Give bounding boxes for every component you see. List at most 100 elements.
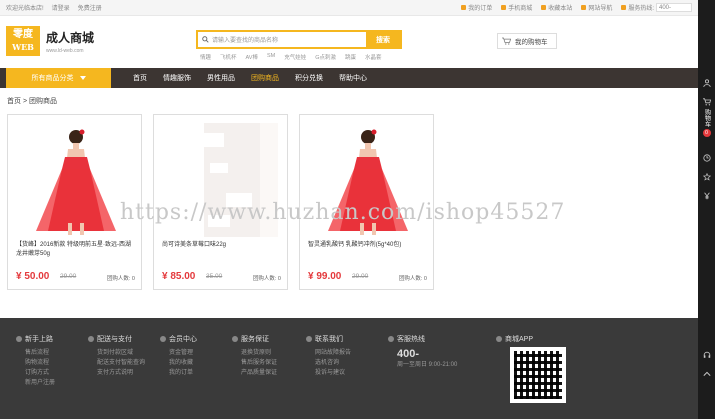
footer-link[interactable]: 我的收藏: [160, 358, 197, 368]
group-count: 团购人数: 0: [252, 276, 281, 282]
mobile-icon: [501, 5, 507, 10]
nav-item-points[interactable]: 积分兑换: [287, 68, 331, 88]
history-icon[interactable]: [702, 153, 711, 162]
nav-item-groupbuy[interactable]: 团购商品: [243, 68, 287, 88]
footer-link[interactable]: 新用户注册: [16, 378, 55, 388]
hot-keywords: 情趣 飞机杯 AV棒 SM 充气娃娃 G点刺激 跳蛋 水晶套: [200, 53, 382, 61]
product-original-price: 29.00: [352, 273, 369, 280]
my-orders-link[interactable]: 我的订单: [461, 3, 492, 12]
service-hotline: 服务热线: 400-: [621, 3, 692, 12]
app-qr-code: [510, 347, 566, 403]
breadcrumb-current: 团购商品: [29, 98, 57, 105]
site-logo[interactable]: 零度 WEB 成人商城 www.ld-web.com: [6, 26, 94, 56]
headset-icon[interactable]: [702, 350, 711, 359]
hotword[interactable]: 飞机杯: [220, 53, 237, 61]
help-icon: [16, 336, 22, 342]
product-title[interactable]: 智灵通乳酸钙 乳酸钙冲剂(5g*40包): [308, 241, 428, 250]
footer-col-newbie: 新手上路 售后流程 购物流程 订购方式 新用户注册: [16, 334, 55, 388]
footer-link[interactable]: 售后服务保证: [232, 358, 277, 368]
truck-icon: [88, 336, 94, 342]
footer-link[interactable]: 选机咨询: [306, 358, 351, 368]
footer-link[interactable]: 资金管理: [160, 348, 197, 358]
watermark-text: https://www.huzhan.com/ishop45527: [120, 200, 566, 225]
service-number: 400-: [656, 3, 692, 12]
footer-col-guarantee: 服务保证 退换货原则 售后服务保证 产品质量保证: [232, 334, 277, 378]
logo-badge: 零度 WEB: [6, 26, 40, 56]
hotword[interactable]: 情趣: [200, 53, 211, 61]
search-button[interactable]: 搜索: [366, 32, 400, 47]
back-to-top-icon[interactable]: [702, 369, 711, 378]
product-title[interactable]: 尚可诗美条草莓口味22g: [162, 241, 282, 250]
cart-count-badge: 0: [702, 129, 711, 137]
footer-link[interactable]: 配送支付智能查询: [88, 358, 145, 368]
cart-icon: [502, 37, 511, 45]
product-price: ¥ 99.00: [308, 271, 342, 282]
hotline-number: 400-: [397, 348, 420, 360]
product-price: ¥ 85.00: [162, 271, 196, 282]
footer-col-member: 会员中心 资金管理 我的收藏 我的订单: [160, 334, 197, 378]
cart-label: 我的购物车: [515, 39, 548, 46]
product-original-price: 35.00: [206, 273, 223, 280]
search-input[interactable]: 请输入要查找的商品名称: [198, 32, 366, 47]
breadcrumb-home[interactable]: 首页: [7, 98, 21, 105]
footer-col-delivery: 配送与支付 货到付款区域 配送支付智能查询 支付方式说明: [88, 334, 145, 378]
product-price: ¥ 50.00: [16, 271, 50, 282]
footer-link[interactable]: 售后流程: [16, 348, 55, 358]
right-toolbar: 购物车 0: [698, 0, 715, 419]
search-placeholder: 请输入要查找的商品名称: [212, 38, 279, 44]
all-categories-button[interactable]: 所有商品分类: [6, 68, 111, 88]
cart-icon[interactable]: [702, 97, 711, 106]
hotword[interactable]: 跳蛋: [345, 53, 356, 61]
favorite-site-link[interactable]: 收藏本站: [541, 3, 572, 12]
hotword[interactable]: 充气娃娃: [284, 53, 306, 61]
shield-icon: [232, 336, 238, 342]
footer: 新手上路 售后流程 购物流程 订购方式 新用户注册 配送与支付 货到付款区域 配…: [0, 318, 698, 419]
login-link[interactable]: 请登录: [52, 3, 70, 12]
footer-hotline: 客服热线 400- 周一至周日 9:00-21:00: [388, 334, 457, 370]
phone-icon: [621, 5, 627, 10]
welcome-text: 欢迎光临本店!: [6, 6, 44, 12]
footer-link[interactable]: 投诉与建议: [306, 368, 351, 378]
footer-link[interactable]: 订购方式: [16, 368, 55, 378]
nav-item-lingerie[interactable]: 情趣服饰: [155, 68, 199, 88]
register-link[interactable]: 免费注册: [78, 3, 102, 12]
star-icon[interactable]: [702, 172, 711, 181]
group-count: 团购人数: 0: [398, 276, 427, 282]
search-icon: [202, 36, 209, 43]
header: 零度 WEB 成人商城 www.ld-web.com 请输入要查找的商品名称 搜…: [0, 16, 698, 68]
footer-link[interactable]: 支付方式说明: [88, 368, 145, 378]
order-icon: [461, 5, 467, 10]
product-title[interactable]: 【货峰】2016新款 特级明前五星·致远-西湖龙井嫩芽50g: [16, 241, 136, 259]
breadcrumb: 首页 > 团购商品: [7, 98, 57, 105]
site-nav-link[interactable]: 网站导航: [581, 3, 612, 12]
star-icon: [541, 5, 547, 10]
hotline-hours: 周一至周日 9:00-21:00: [397, 362, 458, 368]
footer-link[interactable]: 购物流程: [16, 358, 55, 368]
cart-button[interactable]: 我的购物车: [497, 33, 557, 49]
hotword[interactable]: SM: [267, 53, 275, 61]
logo-subtitle: www.ld-web.com: [46, 47, 84, 54]
headset-icon: [388, 336, 394, 342]
user-icon: [160, 336, 166, 342]
sidebar-cart-label[interactable]: 购物车: [703, 109, 711, 127]
group-count: 团购人数: 0: [106, 276, 135, 282]
footer-app: 商城APP: [496, 334, 533, 348]
nav-item-help[interactable]: 帮助中心: [331, 68, 375, 88]
product-original-price: 29.00: [60, 273, 77, 280]
footer-link[interactable]: 我的订单: [160, 368, 197, 378]
footer-link[interactable]: 网站故障报告: [306, 348, 351, 358]
search-bar: 请输入要查找的商品名称 搜索: [196, 30, 402, 49]
logo-title: 成人商城: [46, 30, 95, 45]
mobile-mall-link[interactable]: 手机商城: [501, 3, 532, 12]
hotword[interactable]: G点刺激: [315, 53, 336, 61]
nav-item-male[interactable]: 男性用品: [199, 68, 243, 88]
hotword[interactable]: 水晶套: [365, 53, 382, 61]
footer-link[interactable]: 退换货原则: [232, 348, 277, 358]
footer-link[interactable]: 货到付款区域: [88, 348, 145, 358]
user-icon[interactable]: [702, 78, 711, 87]
hotword[interactable]: AV棒: [246, 53, 258, 61]
nav-item-home[interactable]: 首页: [125, 68, 155, 88]
footer-link[interactable]: 产品质量保证: [232, 368, 277, 378]
lingerie-image[interactable]: [18, 123, 132, 237]
yen-icon[interactable]: [702, 191, 711, 200]
